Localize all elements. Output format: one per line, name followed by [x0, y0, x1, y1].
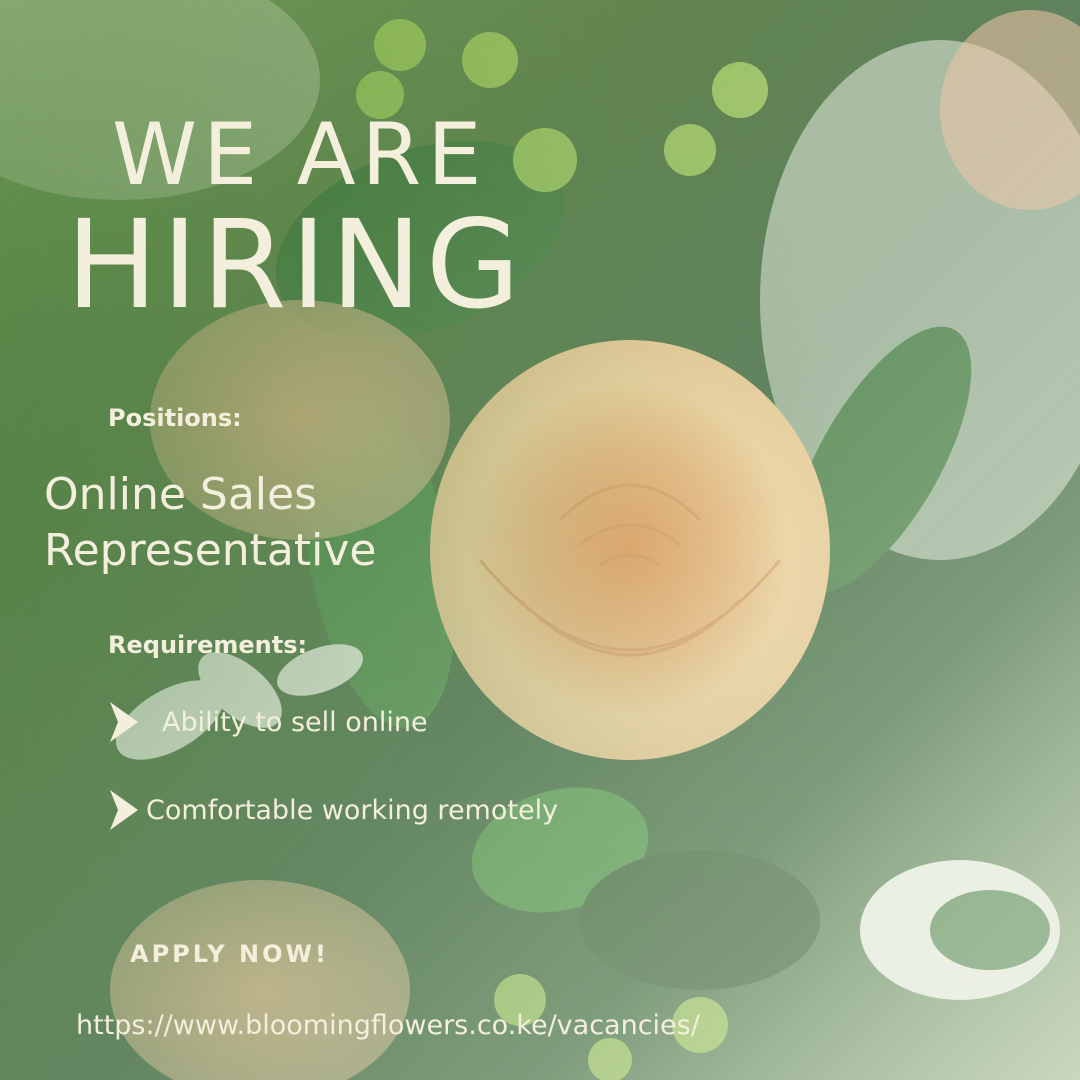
arrow-right-icon: [110, 702, 138, 742]
position-title: Online Sales Representative: [44, 467, 376, 579]
positions-label: Positions:: [108, 404, 242, 432]
arrow-right-icon: [110, 790, 138, 830]
apply-now-cta: APPLY NOW!: [130, 940, 329, 968]
requirement-text: Ability to sell online: [162, 706, 428, 738]
position-line-1: Online Sales: [44, 469, 318, 520]
vacancies-url: https://www.bloomingflowers.co.ke/vacanc…: [76, 1010, 700, 1041]
headline-we-are: WE ARE: [112, 105, 488, 205]
requirement-item: Comfortable working remotely: [110, 790, 558, 830]
hiring-poster: WE ARE HIRING Positions: Online Sales Re…: [0, 0, 1080, 1080]
headline-hiring: HIRING: [66, 194, 525, 336]
position-line-2: Representative: [44, 525, 377, 576]
requirement-item: Ability to sell online: [110, 702, 428, 742]
requirement-text: Comfortable working remotely: [146, 794, 559, 826]
requirements-label: Requirements:: [108, 631, 308, 659]
